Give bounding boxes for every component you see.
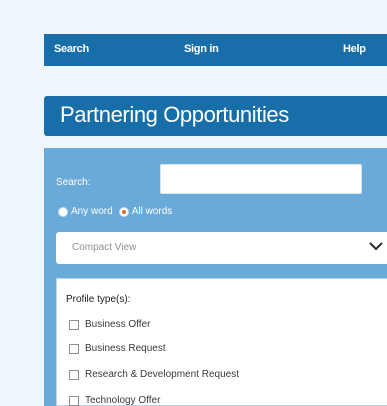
profile-type-label: Business Request (85, 343, 166, 354)
profile-type-option[interactable]: Business Offer (69, 319, 150, 330)
page-title: Partnering Opportunities (60, 102, 289, 127)
profile-type-title: Profile type(s): (66, 294, 131, 305)
checkbox[interactable] (69, 395, 79, 406)
nav-help-link[interactable]: Help (343, 43, 366, 55)
page-header: Partnering Opportunities (44, 96, 387, 136)
search-input[interactable] (160, 164, 362, 194)
view-select[interactable]: Compact View (56, 232, 387, 264)
chevron-down-icon (369, 242, 383, 251)
nav-search-link[interactable]: Search (54, 43, 89, 55)
search-label: Search: (56, 177, 91, 188)
profile-type-label: Business Offer (85, 319, 151, 330)
checkbox[interactable] (69, 319, 79, 330)
profile-type-filter: Profile type(s): Business Offer Business… (56, 278, 387, 406)
top-navigation: Search Sign in Help (44, 34, 387, 66)
any-word-radio[interactable] (58, 206, 68, 217)
profile-type-option[interactable]: Research & Development Request (69, 369, 239, 380)
profile-type-option[interactable]: Business Request (69, 343, 166, 354)
any-word-label[interactable]: Any word (71, 206, 113, 217)
search-panel: Search: Any word All words Compact View … (44, 148, 387, 406)
nav-sign-in-link[interactable]: Sign in (184, 43, 219, 55)
profile-type-label: Research & Development Request (85, 369, 239, 380)
checkbox[interactable] (69, 369, 79, 380)
all-words-radio[interactable] (118, 206, 129, 217)
checkbox[interactable] (69, 343, 79, 354)
view-select-value: Compact View (72, 242, 137, 253)
all-words-label[interactable]: All words (132, 206, 173, 217)
match-mode-group: Any word All words (58, 206, 178, 217)
profile-type-label: Technology Offer (85, 395, 161, 406)
profile-type-option[interactable]: Technology Offer (69, 395, 160, 406)
